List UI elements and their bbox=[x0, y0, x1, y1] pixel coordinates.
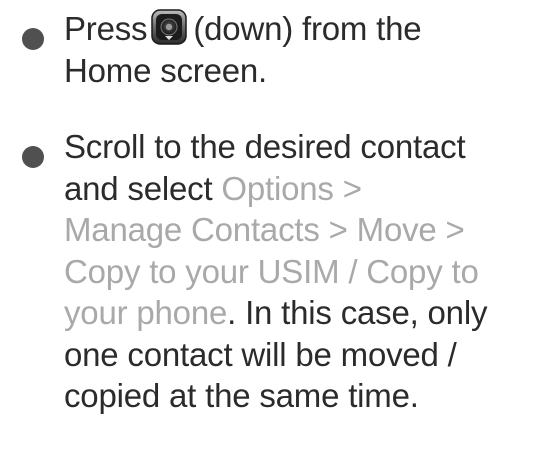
menu-path-copy-to-usim: Copy to your USIM / Copy to bbox=[64, 252, 479, 290]
instruction-page: Press (down) from the Home screen. Scrol… bbox=[0, 0, 551, 470]
step-1-press-text: Press bbox=[64, 10, 148, 47]
menu-path-manage-contacts: Manage Contacts > Move > bbox=[64, 211, 465, 248]
navigation-key-down-icon bbox=[151, 9, 188, 45]
step-1-line-2: Home screen. bbox=[64, 51, 268, 89]
step-2-line-5: your phone. In this case, only bbox=[64, 292, 551, 334]
step-2-note-text: . In this case, only bbox=[227, 294, 488, 331]
step-1-text: Press (down) from the Home screen. bbox=[64, 8, 551, 91]
bullet-icon bbox=[22, 146, 44, 168]
menu-path-your-phone: your phone bbox=[64, 294, 228, 331]
step-2-line-2: and select Options > bbox=[64, 168, 551, 210]
step-2-line-7: copied at the same time. bbox=[64, 377, 419, 414]
step-1-line-1: Press (down) from the bbox=[64, 8, 551, 50]
bullet-icon bbox=[22, 28, 44, 50]
step-1-direction-text: (down) from the bbox=[193, 10, 422, 47]
step-2-line-6: one contact will be moved / bbox=[64, 335, 457, 373]
step-2-line-1: Scroll to the desired contact bbox=[64, 128, 466, 165]
step-2-text: Scroll to the desired contact and select… bbox=[64, 126, 551, 417]
menu-path-options: Options > bbox=[221, 169, 362, 207]
step-2-and-select-text: and select bbox=[64, 169, 222, 207]
